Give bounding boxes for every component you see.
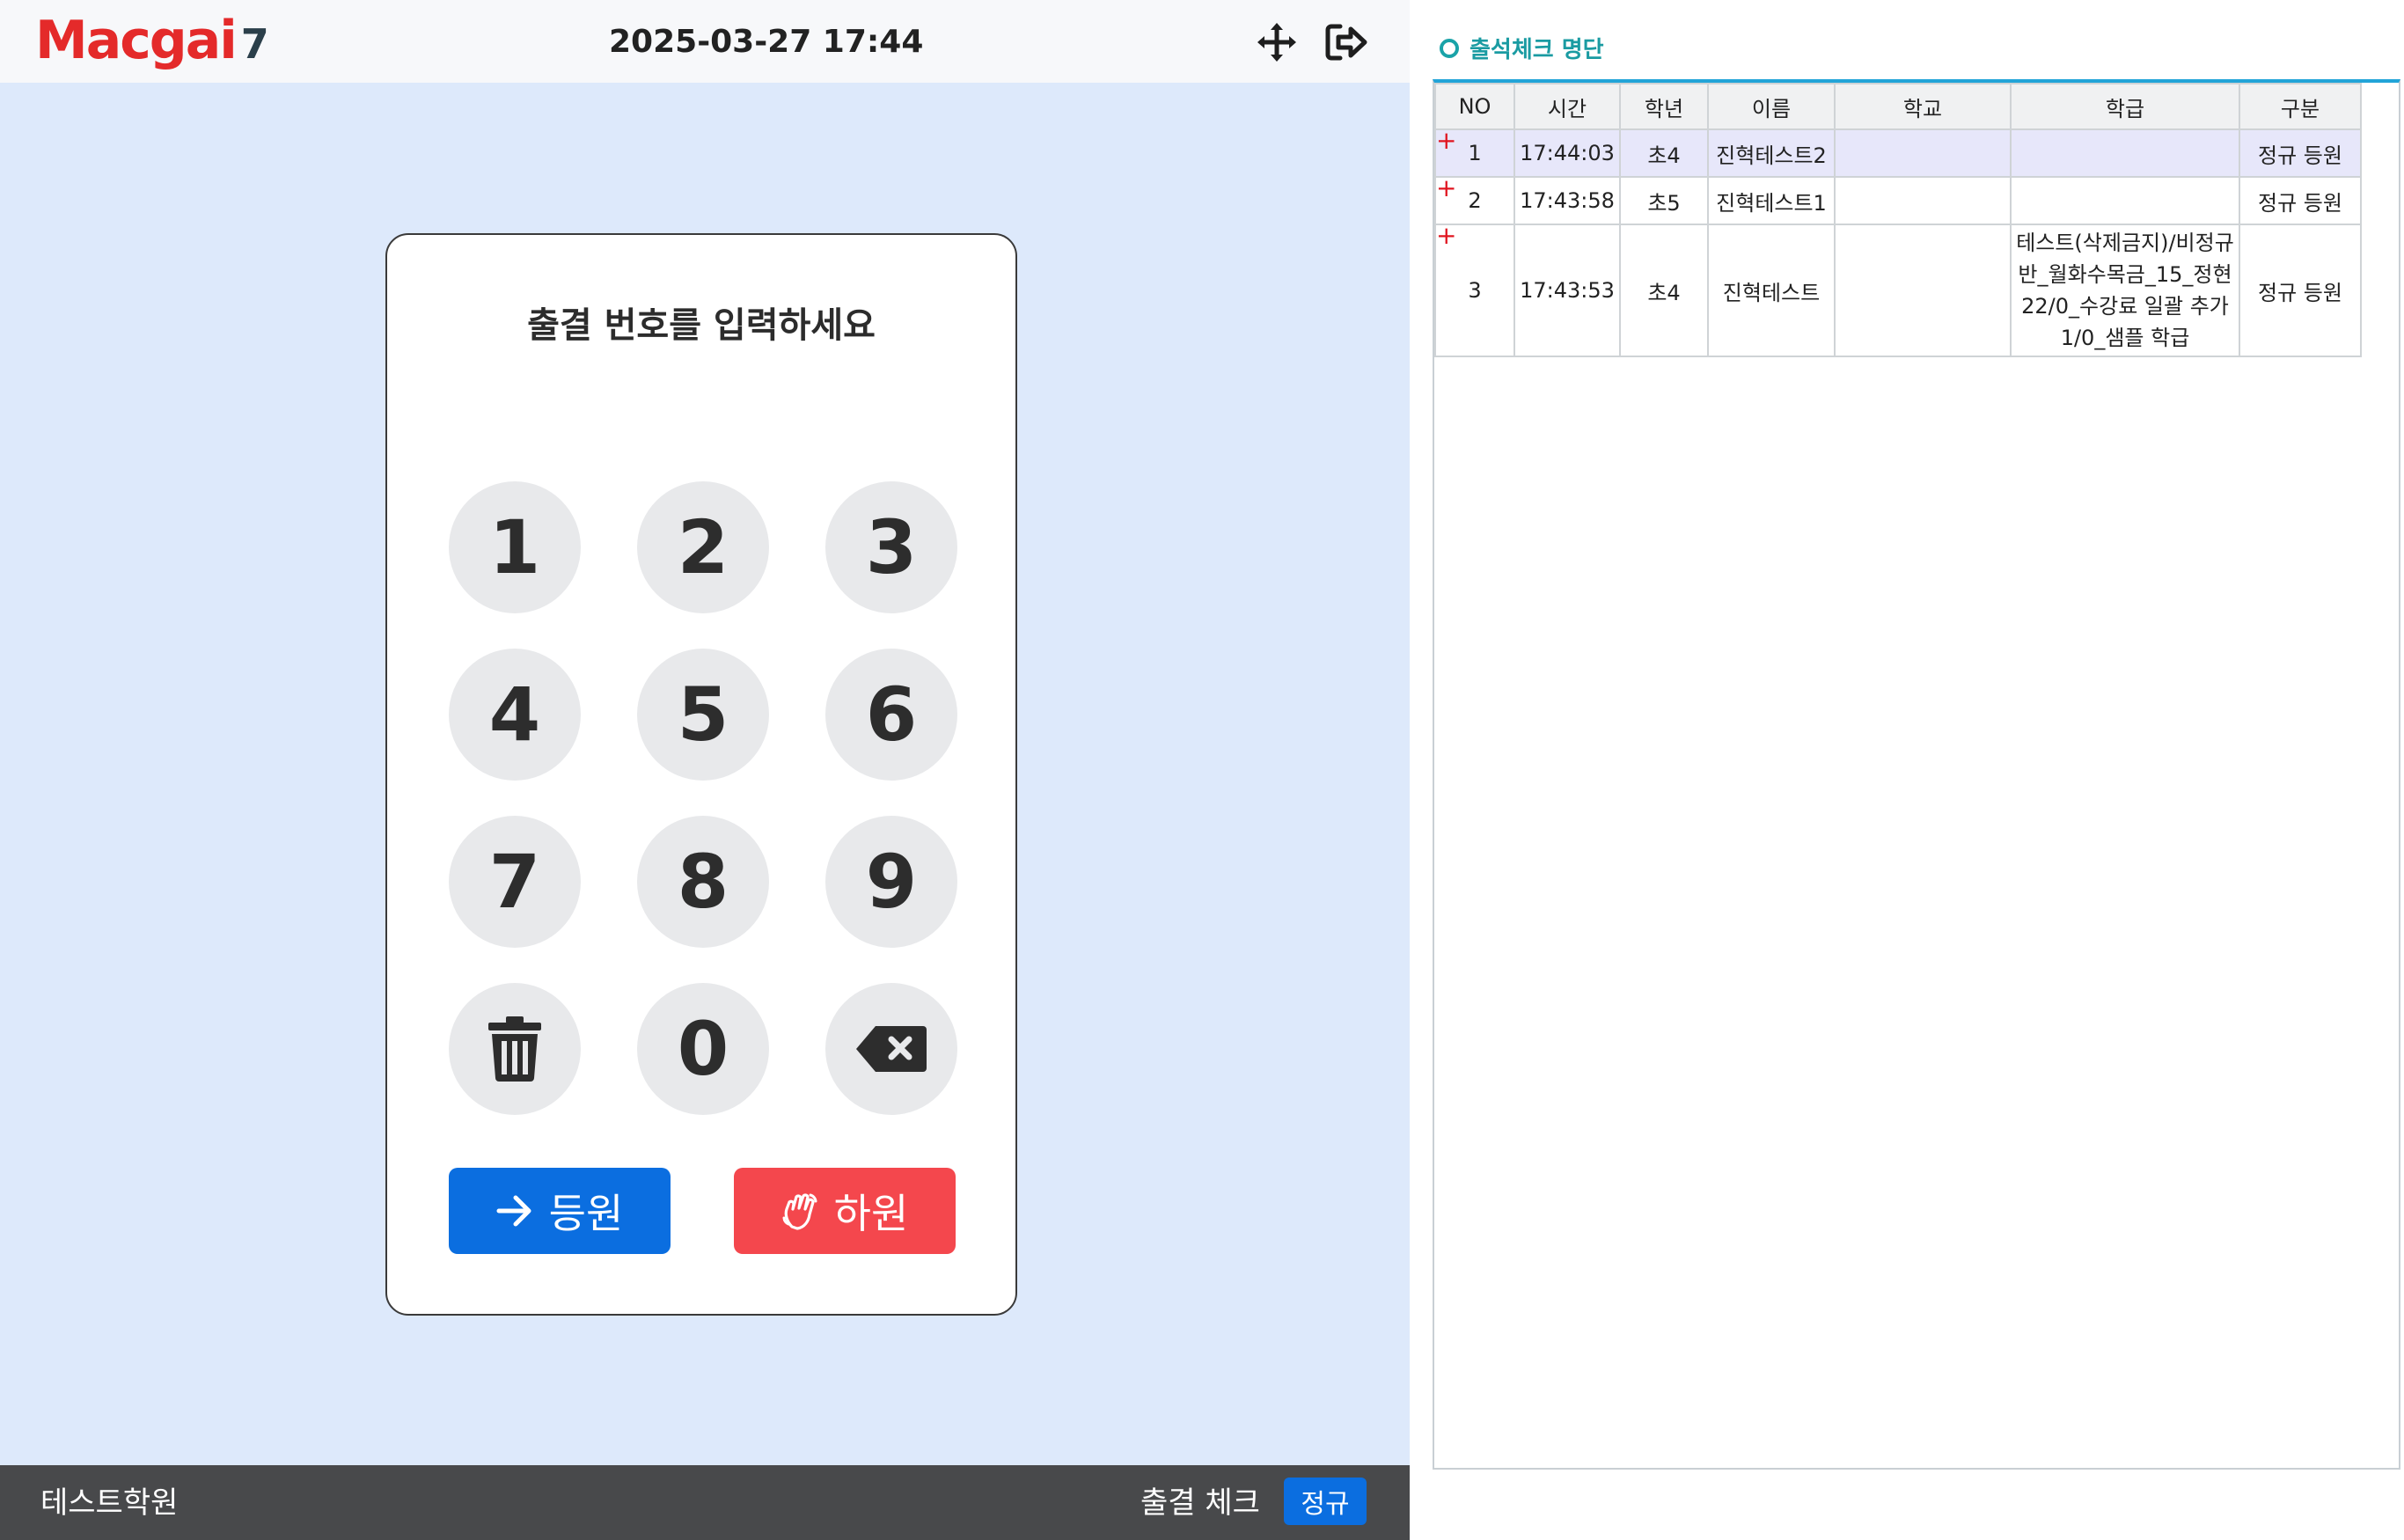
cell-type: 정규 등원 <box>2239 176 2362 225</box>
arrow-right-icon <box>496 1195 531 1227</box>
expand-plus-icon[interactable]: + <box>1436 128 1456 153</box>
key-8[interactable]: 8 <box>637 816 769 948</box>
cell-school <box>1834 176 2012 225</box>
mode-badge[interactable]: 정규 <box>1284 1478 1367 1525</box>
cell-class <box>2010 128 2240 178</box>
cell-school <box>1834 128 2012 178</box>
kiosk-panel: Macgai 7 2025-03-27 17:44 출결 번호를 입력하세요 1… <box>0 0 1410 1540</box>
bottom-bar: 테스트학원 출결 체크 정규 <box>0 1465 1410 1540</box>
cell-grade: 초4 <box>1619 224 1709 357</box>
table-header: NO 시간 학년 이름 학교 학급 구분 <box>1434 83 2362 130</box>
expand-plus-icon[interactable]: + <box>1436 176 1456 201</box>
academy-name: 테스트학원 <box>40 1485 179 1521</box>
table-row[interactable]: +3 17:43:53 초4 진혁테스트 테스트(삭제금지)/비정규반_월화수목… <box>1434 224 2362 357</box>
col-time[interactable]: 시간 <box>1513 83 1621 130</box>
attendance-table: NO 시간 학년 이름 학교 학급 구분 +1 17:44:03 초4 진혁테스… <box>1434 83 2362 357</box>
key-0[interactable]: 0 <box>637 983 769 1115</box>
backspace-icon <box>856 1026 927 1072</box>
cell-grade: 초5 <box>1619 176 1709 225</box>
expand-plus-icon[interactable]: + <box>1436 224 1456 248</box>
cell-no-value: 3 <box>1468 278 1482 303</box>
logo-number: 7 <box>240 20 269 68</box>
cell-no: +2 <box>1434 176 1515 225</box>
cell-school <box>1834 224 2012 357</box>
cell-name: 진혁테스트 <box>1707 224 1836 357</box>
key-4[interactable]: 4 <box>449 649 581 781</box>
logo: Macgai 7 <box>35 5 269 76</box>
col-no[interactable]: NO <box>1434 83 1515 130</box>
clear-key[interactable] <box>449 983 581 1115</box>
top-bar: Macgai 7 2025-03-27 17:44 <box>0 0 1410 83</box>
checkout-button[interactable]: 하원 <box>734 1168 956 1254</box>
trash-icon <box>488 1016 541 1082</box>
table-row[interactable]: +1 17:44:03 초4 진혁테스트2 정규 등원 <box>1434 128 2362 178</box>
sign-out-icon[interactable] <box>1322 18 1371 67</box>
checkin-button[interactable]: 등원 <box>449 1168 671 1254</box>
cell-no: +3 <box>1434 224 1515 357</box>
attendance-title: 출석체크 명단 <box>1440 32 1604 64</box>
checkout-label: 하원 <box>833 1190 909 1237</box>
cell-type: 정규 등원 <box>2239 224 2362 357</box>
mode-label: 출결 체크 <box>1140 1485 1260 1521</box>
col-grade[interactable]: 학년 <box>1619 83 1709 130</box>
cell-no-value: 1 <box>1468 141 1482 165</box>
col-class[interactable]: 학급 <box>2010 83 2240 130</box>
col-type[interactable]: 구분 <box>2239 83 2362 130</box>
table-row[interactable]: +2 17:43:58 초5 진혁테스트1 정규 등원 <box>1434 176 2362 225</box>
col-school[interactable]: 학교 <box>1834 83 2012 130</box>
cell-name: 진혁테스트2 <box>1707 128 1836 178</box>
current-datetime: 2025-03-27 17:44 <box>609 24 924 60</box>
col-name[interactable]: 이름 <box>1707 83 1836 130</box>
checkin-label: 등원 <box>548 1190 624 1237</box>
key-1[interactable]: 1 <box>449 481 581 613</box>
key-9[interactable]: 9 <box>825 816 957 948</box>
backspace-key[interactable] <box>825 983 957 1115</box>
cell-class <box>2010 176 2240 225</box>
key-3[interactable]: 3 <box>825 481 957 613</box>
attendance-title-text: 출석체크 명단 <box>1470 37 1604 63</box>
cell-time: 17:44:03 <box>1513 128 1621 178</box>
cell-class: 테스트(삭제금지)/비정규반_월화수목금_15_정현22/0_수강료 일괄 추가… <box>2010 224 2240 357</box>
arrows-move-icon[interactable] <box>1252 18 1301 67</box>
cell-no-value: 2 <box>1468 188 1482 213</box>
waving-hand-icon <box>782 1193 817 1230</box>
circle-bullet-icon <box>1440 38 1459 58</box>
cell-time: 17:43:58 <box>1513 176 1621 225</box>
cell-type: 정규 등원 <box>2239 128 2362 178</box>
cell-name: 진혁테스트1 <box>1707 176 1836 225</box>
cell-no: +1 <box>1434 128 1515 178</box>
key-7[interactable]: 7 <box>449 816 581 948</box>
cell-grade: 초4 <box>1619 128 1709 178</box>
attendance-list: NO 시간 학년 이름 학교 학급 구분 +1 17:44:03 초4 진혁테스… <box>1433 79 2400 1470</box>
logo-text: Macgai <box>35 10 238 71</box>
key-6[interactable]: 6 <box>825 649 957 781</box>
cell-time: 17:43:53 <box>1513 224 1621 357</box>
key-2[interactable]: 2 <box>637 481 769 613</box>
key-5[interactable]: 5 <box>637 649 769 781</box>
keypad-card: 출결 번호를 입력하세요 1 2 3 4 5 6 7 8 9 0 등원 하원 <box>385 233 1017 1316</box>
keypad-prompt: 출결 번호를 입력하세요 <box>527 305 876 346</box>
